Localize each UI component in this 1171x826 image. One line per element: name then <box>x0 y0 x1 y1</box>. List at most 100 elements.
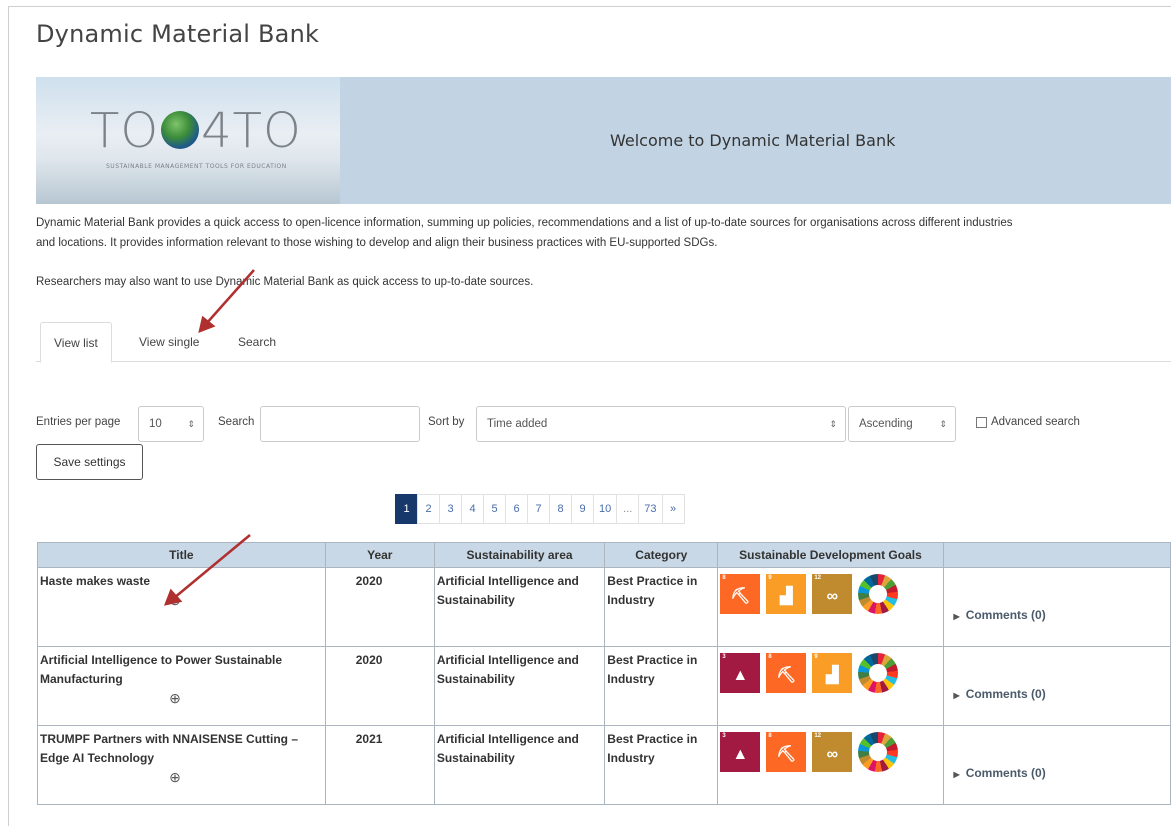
sort-order-select[interactable]: Ascending ⇕ <box>848 406 956 442</box>
col-year-header[interactable]: Year <box>324 542 435 568</box>
too4to-logo: TO 4TO SUSTAINABLE MANAGEMENT TOOLS FOR E… <box>36 77 340 204</box>
cell-title: Haste makes waste ⊕ <box>37 567 326 647</box>
cell-sdgs: 3 ▲ 8 ⛏ 9 ▟ <box>717 646 944 726</box>
updown-icon: ⇕ <box>939 419 947 429</box>
page-link-1[interactable]: 1 <box>395 494 418 524</box>
page-link-8[interactable]: 8 <box>549 494 572 524</box>
search-label: Search <box>218 416 255 428</box>
col-actions-header <box>942 542 1171 568</box>
pagination: 1 2 3 4 5 6 7 8 9 10 ... 73 » <box>395 494 685 524</box>
page-link-5[interactable]: 5 <box>483 494 506 524</box>
triangle-right-icon: ▶ <box>953 770 960 779</box>
tab-view-single[interactable]: View single <box>126 322 212 362</box>
cell-category: Best Practice in Industry <box>604 725 719 805</box>
page-link-73[interactable]: 73 <box>638 494 663 524</box>
page-link-3[interactable]: 3 <box>439 494 462 524</box>
next-page-link[interactable]: » <box>661 494 685 524</box>
page-link-10[interactable]: 10 <box>593 494 618 524</box>
sdg-wheel-icon <box>858 574 899 614</box>
sort-order-value: Ascending <box>859 418 913 430</box>
tab-search[interactable]: Search <box>225 322 289 362</box>
cell-title: TRUMPF Partners with NNAISENSE Cutting –… <box>37 725 326 805</box>
cell-area: Artificial Intelligence and Sustainabili… <box>433 725 606 805</box>
page-link-7[interactable]: 7 <box>527 494 550 524</box>
cell-category: Best Practice in Industry <box>604 646 719 726</box>
entry-title: Haste makes waste <box>40 574 151 588</box>
sdg-8-icon: 8 ⛏ <box>766 732 807 772</box>
sdg-number: 3 <box>722 654 726 660</box>
cell-comments[interactable]: ▶ Comments (0) <box>942 725 1171 805</box>
save-settings-button[interactable]: Save settings <box>36 444 143 480</box>
welcome-banner: TO 4TO SUSTAINABLE MANAGEMENT TOOLS FOR E… <box>36 77 1171 204</box>
col-category-header[interactable]: Category <box>604 542 719 568</box>
cell-area: Artificial Intelligence and Sustainabili… <box>433 567 606 647</box>
search-input[interactable] <box>260 406 420 442</box>
triangle-right-icon: ▶ <box>953 691 960 700</box>
cell-comments[interactable]: ▶ Comments (0) <box>942 646 1171 726</box>
sort-by-value: Time added <box>487 418 548 430</box>
sort-by-label: Sort by <box>428 416 465 428</box>
cell-sdgs: 8 ⛏ 9 ▟ 12 ∞ <box>717 567 944 647</box>
page-link-2[interactable]: 2 <box>417 494 440 524</box>
magnifier-plus-icon[interactable]: ⊕ <box>40 591 310 610</box>
sdg-number: 12 <box>814 575 821 581</box>
magnifier-plus-icon[interactable]: ⊕ <box>40 768 310 787</box>
intro-line-1: Dynamic Material Bank provides a quick a… <box>36 217 1013 229</box>
sdg-number: 9 <box>814 654 818 660</box>
comments-link[interactable]: Comments (0) <box>966 687 1046 701</box>
cell-category: Best Practice in Industry <box>604 567 719 647</box>
updown-icon: ⇕ <box>187 419 195 429</box>
sdg-8-icon: 8 ⛏ <box>766 653 807 693</box>
intro-line-3: Researchers may also want to use Dynamic… <box>36 276 534 288</box>
page-link-6[interactable]: 6 <box>505 494 528 524</box>
sdg-number: 9 <box>768 575 772 581</box>
entries-per-page-select[interactable]: 10 ⇕ <box>138 406 204 442</box>
magnifier-plus-icon[interactable]: ⊕ <box>40 689 310 708</box>
sdg-12-icon: 12 ∞ <box>812 732 853 772</box>
page-link-9[interactable]: 9 <box>571 494 594 524</box>
cell-comments[interactable]: ▶ Comments (0) <box>942 567 1171 647</box>
comments-link[interactable]: Comments (0) <box>966 608 1046 622</box>
cell-title: Artificial Intelligence to Power Sustain… <box>37 646 326 726</box>
cell-sdgs: 3 ▲ 8 ⛏ 12 ∞ <box>717 725 944 805</box>
page-ellipsis: ... <box>616 494 640 524</box>
globe-icon <box>161 111 200 149</box>
sdg-3-icon: 3 ▲ <box>720 732 761 772</box>
table-header-row: Title Year Sustainability area Category … <box>37 542 1171 568</box>
table-row: Haste makes waste ⊕ 2020 Artificial Intel… <box>37 567 1171 647</box>
col-area-header[interactable]: Sustainability area <box>433 542 606 568</box>
cell-year: 2020 <box>324 646 435 726</box>
updown-icon: ⇕ <box>829 419 837 429</box>
entries-per-page-value: 10 <box>149 418 162 430</box>
tab-view-list[interactable]: View list <box>40 322 112 363</box>
triangle-right-icon: ▶ <box>953 612 960 621</box>
sdg-8-icon: 8 ⛏ <box>720 574 761 614</box>
entries-per-page-label: Entries per page <box>36 416 121 428</box>
sdg-12-icon: 12 ∞ <box>812 574 853 614</box>
sdg-number: 8 <box>722 575 726 581</box>
advanced-search-checkbox[interactable]: Advanced search <box>976 416 1080 428</box>
col-title-header[interactable]: Title <box>37 542 326 568</box>
sdg-number: 8 <box>768 654 772 660</box>
table-row: TRUMPF Partners with NNAISENSE Cutting –… <box>37 725 1171 805</box>
cell-area: Artificial Intelligence and Sustainabili… <box>433 646 606 726</box>
sdg-9-icon: 9 ▟ <box>812 653 853 693</box>
view-tabs: View list View single Search <box>36 322 1171 363</box>
sdg-wheel-icon <box>858 732 899 772</box>
sdg-number: 8 <box>768 733 772 739</box>
page-title: Dynamic Material Bank <box>36 20 320 48</box>
logo-text-right: 4TO <box>201 103 302 159</box>
page-link-4[interactable]: 4 <box>461 494 484 524</box>
checkbox-box[interactable] <box>976 416 987 428</box>
logo-text: TO 4TO <box>90 103 302 159</box>
logo-subtitle: SUSTAINABLE MANAGEMENT TOOLS FOR EDUCATI… <box>106 163 287 170</box>
col-sdg-header: Sustainable Development Goals <box>717 542 944 568</box>
entry-title: Artificial Intelligence to Power Sustain… <box>40 653 283 686</box>
sdg-number: 12 <box>814 733 821 739</box>
cell-year: 2020 <box>324 567 435 647</box>
logo-text-left: TO <box>90 103 160 159</box>
sdg-9-icon: 9 ▟ <box>766 574 807 614</box>
sort-by-select[interactable]: Time added ⇕ <box>476 406 846 442</box>
comments-link[interactable]: Comments (0) <box>966 766 1046 780</box>
sdg-number: 3 <box>722 733 726 739</box>
